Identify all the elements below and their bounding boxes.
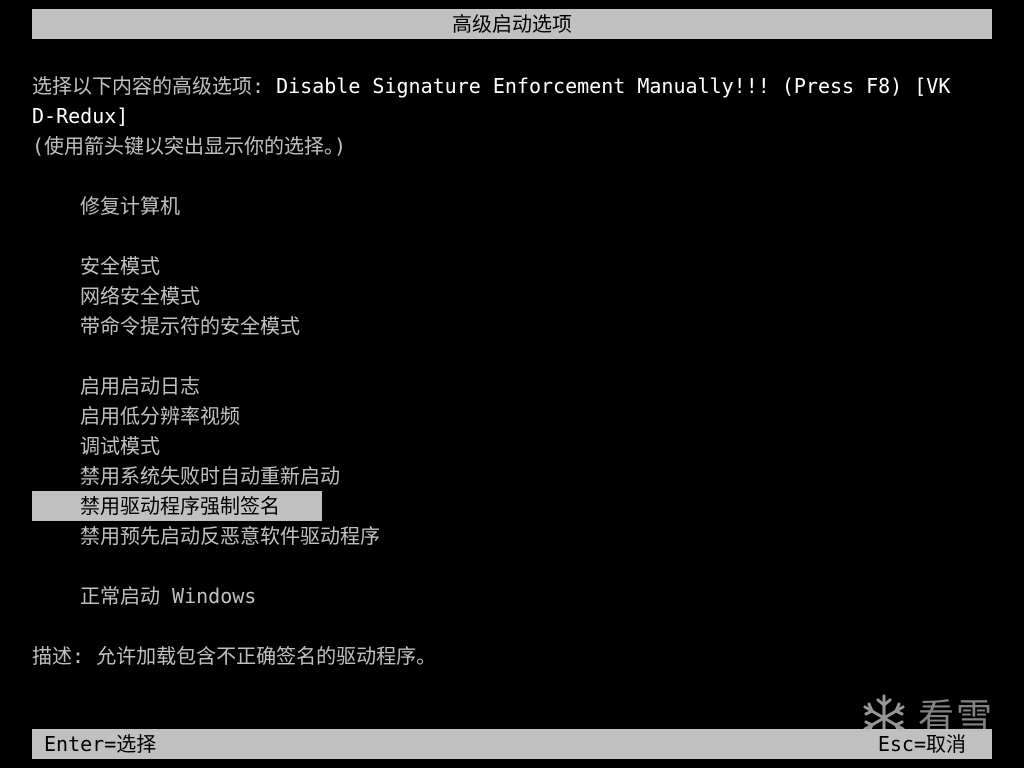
- menu-item-repair-computer[interactable]: 修复计算机: [32, 191, 322, 221]
- enter-select-hint: Enter=选择: [44, 732, 157, 756]
- os-option-name: Disable Signature Enforcement Manually!!…: [276, 74, 951, 98]
- menu-item-safe-mode-networking[interactable]: 网络安全模式: [32, 281, 322, 311]
- menu-item-disable-driver-signature-enforcement[interactable]: 禁用驱动程序强制签名: [32, 491, 322, 521]
- menu-item-low-resolution-video[interactable]: 启用低分辨率视频: [32, 401, 322, 431]
- page-title: 高级启动选项: [452, 12, 572, 36]
- prompt-label: 选择以下内容的高级选项:: [32, 74, 277, 98]
- prompt-line: 选择以下内容的高级选项: Disable Signature Enforceme…: [32, 71, 950, 101]
- menu-item-disable-auto-restart[interactable]: 禁用系统失败时自动重新启动: [32, 461, 340, 491]
- menu-item-start-windows-normally[interactable]: 正常启动 Windows: [32, 581, 322, 611]
- esc-cancel-hint: Esc=取消: [877, 732, 966, 756]
- menu-item-debugging-mode[interactable]: 调试模式: [32, 431, 322, 461]
- prompt-line-continued: D-Redux]: [32, 101, 128, 131]
- title-bar: 高级启动选项: [32, 9, 992, 39]
- menu-item-disable-early-launch-antimalware[interactable]: 禁用预先启动反恶意软件驱动程序: [32, 521, 380, 551]
- footer-bar: Enter=选择 Esc=取消: [32, 729, 992, 759]
- instruction-text: (使用箭头键以突出显示你的选择。): [32, 134, 347, 158]
- menu-item-safe-mode-command-prompt[interactable]: 带命令提示符的安全模式: [32, 311, 322, 341]
- description-text: 描述: 允许加载包含不正确签名的驱动程序。: [32, 644, 437, 668]
- menu-item-safe-mode[interactable]: 安全模式: [32, 251, 322, 281]
- menu-item-boot-logging[interactable]: 启用启动日志: [32, 371, 322, 401]
- os-option-name-continued: D-Redux]: [32, 104, 129, 128]
